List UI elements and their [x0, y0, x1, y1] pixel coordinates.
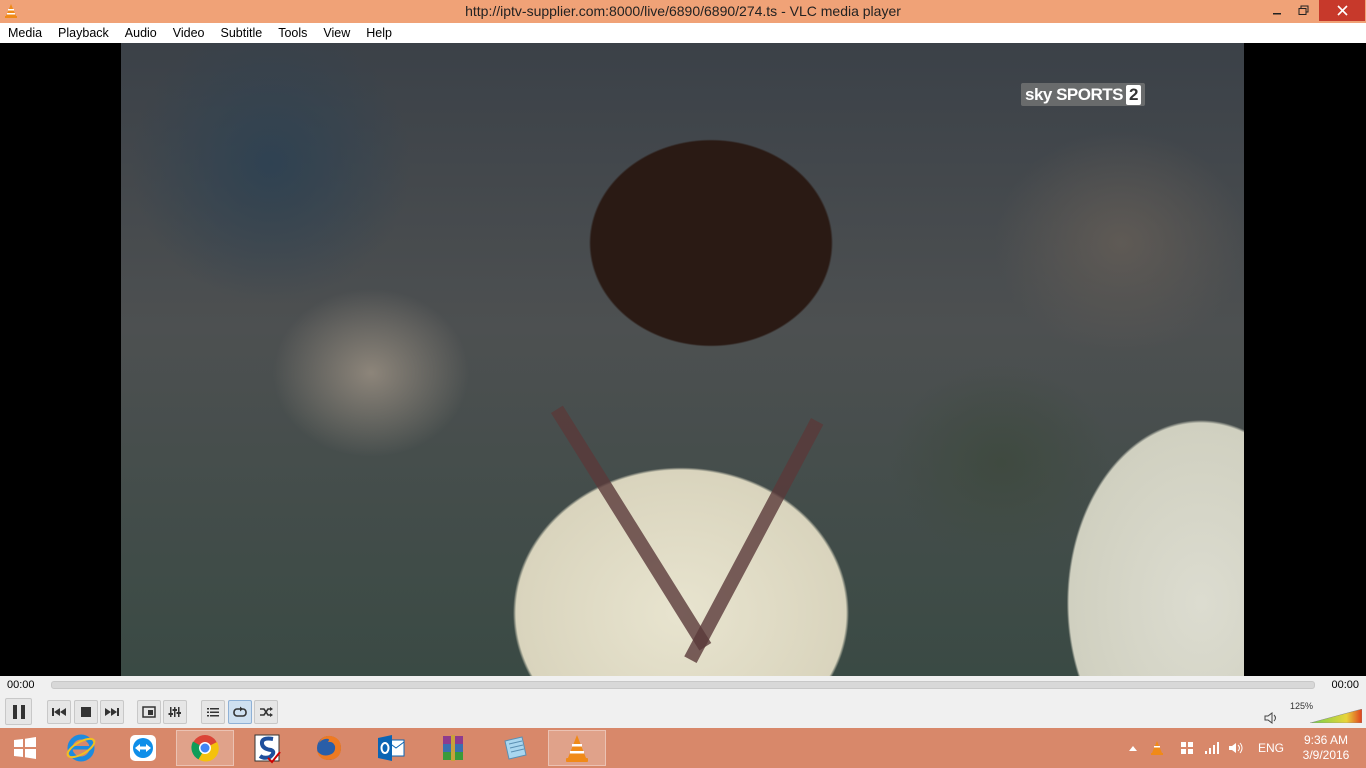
- tray-vlc[interactable]: [1150, 728, 1164, 768]
- channel-logo-number: 2: [1126, 84, 1141, 105]
- playlist-icon: [207, 708, 219, 717]
- extended-settings-button[interactable]: [163, 700, 187, 724]
- minimize-icon: [1273, 12, 1281, 14]
- total-time: 00:00: [1331, 679, 1359, 691]
- menu-audio[interactable]: Audio: [117, 23, 165, 43]
- loop-button[interactable]: [228, 700, 252, 724]
- minimize-button[interactable]: [1264, 0, 1290, 21]
- channel-logo: sky SPORTS 2: [1021, 83, 1145, 106]
- menu-bar: Media Playback Audio Video Subtitle Tool…: [0, 23, 1366, 43]
- close-icon: [1336, 5, 1348, 16]
- speaker-icon: [1264, 712, 1276, 724]
- tray-action-center[interactable]: [1180, 728, 1194, 768]
- taskbar-chrome[interactable]: [176, 730, 234, 766]
- window-title: http://iptv-supplier.com:8000/live/6890/…: [465, 3, 901, 19]
- menu-tools[interactable]: Tools: [270, 23, 315, 43]
- internet-explorer-icon: [66, 734, 96, 762]
- shuffle-icon: [260, 707, 273, 717]
- teamviewer-icon: [130, 735, 156, 761]
- tray-clock[interactable]: 9:36 AM 3/9/2016: [1296, 733, 1356, 763]
- volume-control[interactable]: 125%: [1262, 700, 1366, 726]
- vlc-icon: [566, 735, 588, 762]
- loop-icon: [233, 706, 247, 717]
- close-button[interactable]: [1319, 0, 1365, 21]
- previous-icon: [52, 708, 66, 716]
- taskbar-winrar[interactable]: [424, 730, 482, 766]
- taskbar-vlc[interactable]: [548, 730, 606, 766]
- winrar-icon: [443, 735, 463, 761]
- playback-controls: 125%: [0, 695, 1366, 728]
- pause-icon: [12, 704, 25, 719]
- notepad-icon: [504, 736, 527, 760]
- windows-start-icon: [14, 737, 36, 759]
- tray-volume[interactable]: [1228, 728, 1244, 768]
- taskbar: ENG 9:36 AM 3/9/2016: [0, 728, 1366, 768]
- volume-slider[interactable]: [1310, 709, 1362, 723]
- extended-settings-icon: [168, 707, 181, 717]
- tray-network[interactable]: [1204, 728, 1220, 768]
- video-output-area[interactable]: sky SPORTS 2: [0, 43, 1366, 676]
- menu-view[interactable]: View: [315, 23, 358, 43]
- chevron-up-icon: [1129, 746, 1137, 751]
- tray-language[interactable]: ENG: [1258, 728, 1284, 768]
- clock-time: 9:36 AM: [1303, 733, 1349, 747]
- chrome-icon: [191, 735, 219, 762]
- sweater-stripe-right: [684, 418, 824, 663]
- restore-button[interactable]: [1290, 0, 1316, 21]
- menu-subtitle[interactable]: Subtitle: [213, 23, 271, 43]
- sweater-stripe-left: [551, 405, 712, 651]
- elapsed-time: 00:00: [7, 679, 35, 691]
- channel-logo-text: sky SPORTS: [1025, 84, 1124, 104]
- taskbar-notepad[interactable]: [486, 730, 544, 766]
- start-button[interactable]: [0, 730, 50, 766]
- taskbar-teamviewer[interactable]: [114, 730, 172, 766]
- tray-show-hidden-button[interactable]: [1128, 728, 1138, 768]
- fullscreen-icon: [142, 706, 156, 718]
- playlist-button[interactable]: [201, 700, 225, 724]
- taskbar-outlook[interactable]: [362, 730, 420, 766]
- network-signal-icon: [1205, 742, 1219, 754]
- seek-row: 00:00 00:00: [0, 676, 1366, 695]
- shuffle-button[interactable]: [254, 700, 278, 724]
- video-frame[interactable]: sky SPORTS 2: [121, 43, 1244, 676]
- firefox-icon: [317, 735, 341, 760]
- fullscreen-button[interactable]: [137, 700, 161, 724]
- previous-button[interactable]: [47, 700, 71, 724]
- restore-icon: [1298, 5, 1308, 15]
- title-bar: http://iptv-supplier.com:8000/live/6890/…: [0, 0, 1366, 23]
- taskbar-firefox[interactable]: [300, 730, 358, 766]
- taskbar-internet-explorer[interactable]: [52, 730, 110, 766]
- stop-icon: [81, 707, 91, 717]
- app-s-icon: [254, 734, 281, 764]
- clock-date: 3/9/2016: [1302, 748, 1350, 762]
- menu-playback[interactable]: Playback: [50, 23, 117, 43]
- taskbar-app-s[interactable]: [238, 730, 296, 766]
- menu-media[interactable]: Media: [0, 23, 50, 43]
- action-center-icon: [1181, 742, 1193, 754]
- seek-slider[interactable]: [51, 681, 1315, 689]
- volume-icon: [1229, 742, 1243, 754]
- stop-button[interactable]: [74, 700, 98, 724]
- next-icon: [105, 708, 119, 716]
- vlc-tray-icon: [1151, 741, 1163, 755]
- pause-button[interactable]: [5, 698, 32, 725]
- menu-video[interactable]: Video: [165, 23, 213, 43]
- menu-help[interactable]: Help: [358, 23, 400, 43]
- outlook-icon: [378, 735, 405, 761]
- next-button[interactable]: [100, 700, 124, 724]
